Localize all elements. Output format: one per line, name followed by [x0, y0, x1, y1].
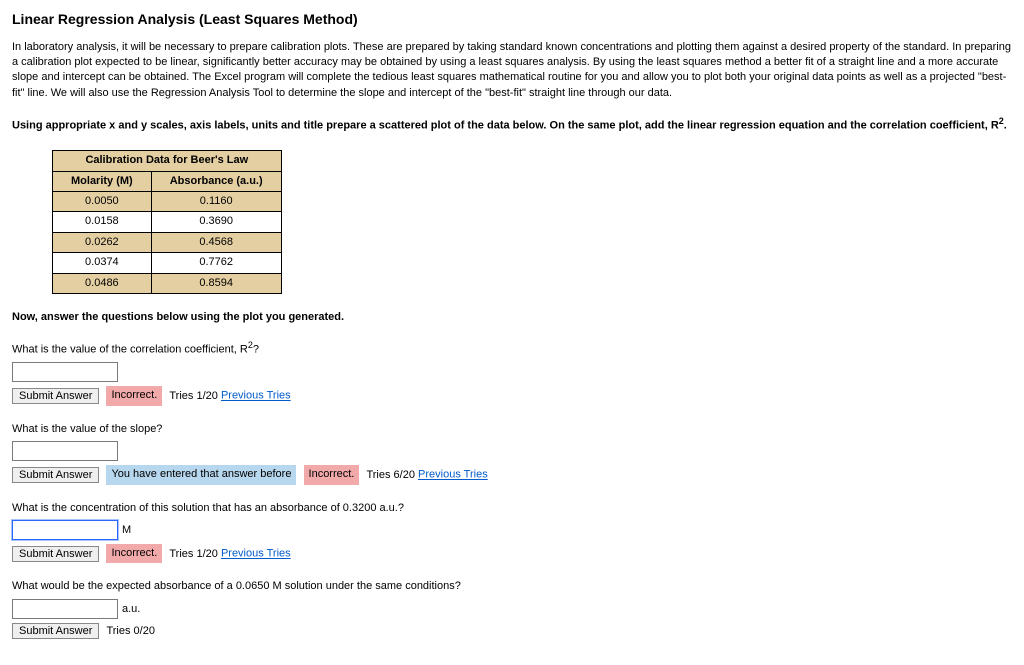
q2-status-entered-before: You have entered that answer before [106, 465, 296, 484]
cell-molarity: 0.0050 [53, 191, 152, 211]
table-row: 0.01580.3690 [53, 212, 282, 232]
cell-absorbance: 0.4568 [151, 232, 281, 252]
q1-status-incorrect: Incorrect. [106, 386, 162, 405]
table-col2-header: Absorbance (a.u.) [151, 171, 281, 191]
instruction-prefix: Using appropriate x and y scales, axis l… [12, 120, 999, 132]
q3-text: What is the concentration of this soluti… [12, 501, 1012, 516]
subheading: Now, answer the questions below using th… [12, 310, 1012, 325]
q3-previous-tries-link[interactable]: Previous Tries [221, 548, 291, 560]
q1-suffix: ? [253, 344, 259, 356]
q1-text: What is the value of the correlation coe… [12, 339, 1012, 358]
q1-prefix: What is the value of the correlation coe… [12, 344, 248, 356]
cell-molarity: 0.0262 [53, 232, 152, 252]
cell-molarity: 0.0158 [53, 212, 152, 232]
q3-tries: Tries 1/20 [169, 548, 218, 560]
q1-submit-button[interactable]: Submit Answer [12, 388, 99, 404]
intro-paragraph: In laboratory analysis, it will be neces… [12, 40, 1012, 102]
q1-tries: Tries 1/20 [169, 390, 218, 402]
q3-unit: M [122, 524, 131, 536]
q4-answer-input[interactable] [12, 599, 118, 619]
q4-submit-button[interactable]: Submit Answer [12, 623, 99, 639]
q2-previous-tries-link[interactable]: Previous Tries [418, 469, 488, 481]
q2-text: What is the value of the slope? [12, 422, 1012, 437]
table-col1-header: Molarity (M) [53, 171, 152, 191]
table-title: Calibration Data for Beer's Law [53, 151, 282, 171]
cell-absorbance: 0.3690 [151, 212, 281, 232]
q3-answer-input[interactable] [12, 520, 118, 540]
cell-absorbance: 0.1160 [151, 191, 281, 211]
q1-previous-tries-link[interactable]: Previous Tries [221, 390, 291, 402]
q2-tries: Tries 6/20 [366, 469, 415, 481]
q2-answer-input[interactable] [12, 441, 118, 461]
table-row: 0.03740.7762 [53, 253, 282, 273]
instruction-suffix: . [1004, 120, 1007, 132]
q4-tries: Tries 0/20 [106, 625, 155, 637]
q3-submit-button[interactable]: Submit Answer [12, 546, 99, 562]
table-row: 0.02620.4568 [53, 232, 282, 252]
page-title: Linear Regression Analysis (Least Square… [12, 10, 1012, 30]
calibration-table: Calibration Data for Beer's Law Molarity… [52, 150, 282, 294]
cell-molarity: 0.0374 [53, 253, 152, 273]
cell-molarity: 0.0486 [53, 273, 152, 293]
table-row: 0.04860.8594 [53, 273, 282, 293]
q4-unit: a.u. [122, 603, 140, 615]
q3-status-incorrect: Incorrect. [106, 544, 162, 563]
cell-absorbance: 0.8594 [151, 273, 281, 293]
q2-submit-button[interactable]: Submit Answer [12, 467, 99, 483]
cell-absorbance: 0.7762 [151, 253, 281, 273]
table-row: 0.00500.1160 [53, 191, 282, 211]
q1-answer-input[interactable] [12, 362, 118, 382]
q4-text: What would be the expected absorbance of… [12, 579, 1012, 594]
q2-status-incorrect: Incorrect. [304, 465, 360, 484]
instruction-text: Using appropriate x and y scales, axis l… [12, 115, 1012, 134]
